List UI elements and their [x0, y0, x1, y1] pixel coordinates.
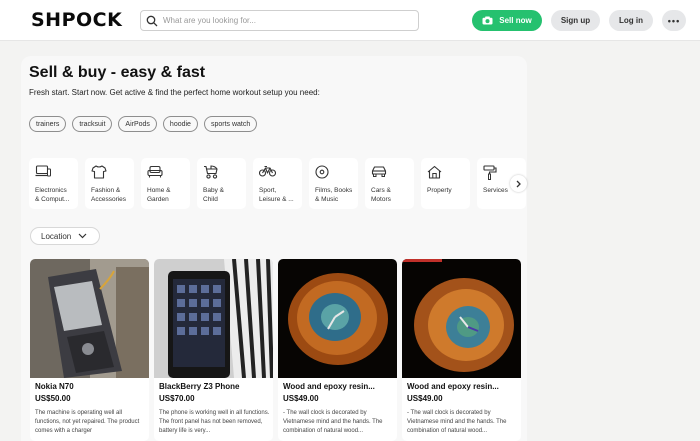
sofa-icon — [147, 165, 163, 178]
log-in-button[interactable]: Log in — [609, 10, 653, 31]
tag-chip[interactable]: tracksuit — [72, 116, 113, 132]
category-cars-motors[interactable]: Cars & Motors — [365, 158, 414, 209]
tag-chip[interactable]: trainers — [29, 116, 67, 132]
electronics-icon — [35, 165, 51, 177]
camera-icon — [482, 16, 493, 25]
listing-price: US$49.00 — [407, 394, 443, 403]
sign-up-button[interactable]: Sign up — [551, 10, 600, 31]
listing-price: US$70.00 — [159, 394, 195, 403]
search-icon — [146, 15, 158, 27]
listing-title: Nokia N70 — [35, 382, 74, 391]
category-label: Fashion & Accessories — [91, 187, 127, 203]
listing-card[interactable]: BlackBerry Z3 Phone US$70.00 The phone i… — [154, 259, 273, 441]
bicycle-icon — [259, 165, 276, 177]
category-electronics[interactable]: Electronics & Comput... — [29, 158, 78, 209]
category-label: Baby & Child — [203, 187, 224, 203]
tshirt-icon — [91, 165, 107, 179]
house-icon — [427, 165, 442, 179]
paint-roller-icon — [483, 165, 497, 180]
category-label: Electronics & Comput... — [35, 187, 70, 203]
listing-card[interactable]: Wood and epoxy resin... US$49.00 - The w… — [402, 259, 521, 441]
sell-now-label: Sell now — [499, 16, 532, 25]
category-label: Property — [427, 187, 452, 194]
listing-image[interactable] — [402, 259, 521, 378]
suggested-tags: trainers tracksuit AirPods hoodie sports… — [29, 116, 258, 132]
listing-description: The machine is operating well all functi… — [35, 410, 140, 434]
category-films-books-music[interactable]: Films, Books & Music — [309, 158, 358, 209]
location-filter[interactable]: Location — [30, 227, 100, 245]
listing-title: BlackBerry Z3 Phone — [159, 382, 240, 391]
listing-image[interactable] — [30, 259, 149, 378]
listing-price: US$49.00 — [283, 394, 319, 403]
category-property[interactable]: Property — [421, 158, 470, 209]
more-menu-button[interactable]: ••• — [662, 10, 686, 31]
page-subtitle: Fresh start. Start now. Get active & fin… — [29, 88, 320, 97]
category-baby-child[interactable]: Baby & Child — [197, 158, 246, 209]
listing-description: The phone is working well in all functio… — [159, 410, 270, 434]
chevron-down-icon — [78, 233, 87, 239]
category-next-button[interactable] — [510, 175, 527, 192]
chevron-right-icon — [516, 180, 521, 187]
listing-card[interactable]: Nokia N70 US$50.00 The machine is operat… — [30, 259, 149, 441]
listing-price: US$50.00 — [35, 394, 71, 403]
category-fashion[interactable]: Fashion & Accessories — [85, 158, 134, 209]
search-input[interactable] — [163, 12, 413, 29]
tag-chip[interactable]: sports watch — [203, 116, 258, 132]
category-label: Home & Garden — [147, 187, 171, 203]
shpock-logo[interactable]: SHPOCK — [31, 9, 122, 31]
listing-image[interactable] — [154, 259, 273, 378]
listing-title: Wood and epoxy resin... — [407, 382, 499, 391]
search-bar[interactable] — [140, 10, 419, 31]
sell-now-button[interactable]: Sell now — [472, 10, 542, 31]
stroller-icon — [204, 165, 218, 179]
category-label: Cars & Motors — [371, 187, 391, 203]
location-label: Location — [41, 231, 72, 241]
listing-title: Wood and epoxy resin... — [283, 382, 375, 391]
tag-chip[interactable]: hoodie — [162, 116, 198, 132]
listing-description: - The wall clock is decorated by Vietnam… — [407, 410, 507, 434]
category-label: Films, Books & Music — [315, 187, 353, 203]
listing-description: - The wall clock is decorated by Vietnam… — [283, 410, 383, 434]
page-title: Sell & buy - easy & fast — [29, 64, 206, 81]
tag-chip[interactable]: AirPods — [118, 116, 157, 132]
category-home-garden[interactable]: Home & Garden — [141, 158, 190, 209]
car-icon — [371, 166, 387, 177]
top-header: SHPOCK Sell now Sign up Log in ••• — [0, 0, 700, 41]
listing-card[interactable]: Wood and epoxy resin... US$49.00 - The w… — [278, 259, 397, 441]
category-sport-leisure[interactable]: Sport, Leisure & ... — [253, 158, 302, 209]
category-row: Electronics & Comput... Fashion & Access… — [29, 158, 526, 209]
disc-icon — [315, 165, 329, 179]
listing-image[interactable] — [278, 259, 397, 378]
category-label: Sport, Leisure & ... — [259, 187, 294, 203]
